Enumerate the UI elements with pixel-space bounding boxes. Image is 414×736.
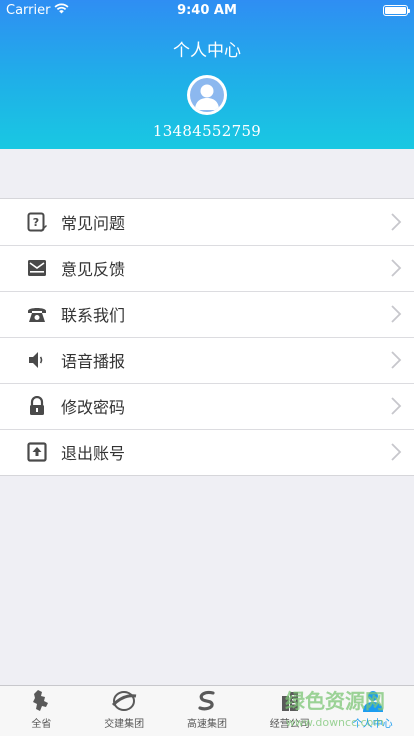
speaker-icon [26, 349, 48, 371]
tab-personal-center[interactable]: 个人中心 [331, 686, 414, 736]
menu-label: 联系我们 [61, 306, 126, 325]
status-bar: Carrier 9:40 AM [0, 0, 414, 20]
tab-operating-company[interactable]: 经营公司 [248, 686, 331, 736]
building-icon [276, 689, 304, 713]
menu-item-change-password[interactable]: 修改密码 [0, 383, 414, 429]
profile-header: 个人中心 13484552759 [0, 0, 414, 149]
user-avatar-icon [190, 78, 224, 112]
menu-item-voice-broadcast[interactable]: 语音播报 [0, 337, 414, 383]
carrier-label: Carrier [6, 2, 51, 18]
jiaojian-logo-icon [110, 689, 138, 713]
person-icon [359, 689, 387, 713]
menu-label: 意见反馈 [61, 260, 126, 279]
chevron-right-icon [391, 351, 402, 369]
tab-label: 经营公司 [269, 719, 310, 730]
menu-label: 语音播报 [61, 352, 126, 371]
battery-icon [383, 4, 410, 16]
province-map-icon [27, 689, 55, 713]
chevron-right-icon [391, 305, 402, 323]
tab-jiaojian-group[interactable]: 交建集团 [83, 686, 166, 736]
user-phone: 13484552759 [152, 122, 262, 140]
tab-bar: 全省 交建集团 高速集团 经营公司 个人中心 [0, 685, 414, 736]
tab-label: 全省 [31, 719, 52, 730]
help-doc-icon: ? [26, 211, 48, 233]
menu-label: 退出账号 [61, 444, 126, 463]
menu-item-contact[interactable]: 联系我们 [0, 291, 414, 337]
chevron-right-icon [391, 213, 402, 231]
logout-icon [26, 441, 48, 463]
settings-menu: ? 常见问题 意见反馈 联系我们 语音播报 修改密码 退出账号 [0, 198, 414, 476]
tab-gaosu-group[interactable]: 高速集团 [166, 686, 249, 736]
tab-province[interactable]: 全省 [0, 686, 83, 736]
avatar[interactable] [187, 75, 227, 115]
menu-item-faq[interactable]: ? 常见问题 [0, 199, 414, 245]
wifi-icon [54, 3, 69, 18]
mail-icon [26, 257, 48, 279]
chevron-right-icon [391, 397, 402, 415]
telephone-icon [26, 303, 48, 325]
tab-label: 交建集团 [104, 719, 145, 730]
tab-label: 个人中心 [352, 719, 393, 730]
chevron-right-icon [391, 259, 402, 277]
menu-item-logout[interactable]: 退出账号 [0, 429, 414, 475]
gaosu-logo-icon [193, 689, 221, 713]
menu-label: 修改密码 [61, 398, 126, 417]
svg-text:?: ? [33, 216, 39, 229]
lock-icon [26, 395, 48, 417]
page-title: 个人中心 [173, 41, 241, 61]
tab-label: 高速集团 [186, 719, 227, 730]
menu-label: 常见问题 [61, 214, 126, 233]
chevron-right-icon [391, 443, 402, 461]
menu-item-feedback[interactable]: 意见反馈 [0, 245, 414, 291]
